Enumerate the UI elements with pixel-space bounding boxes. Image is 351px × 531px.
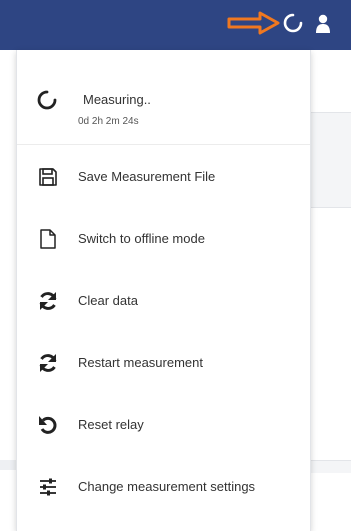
- change-measurement-settings-item[interactable]: Change measurement settings: [17, 456, 310, 518]
- item-label: Reset relay: [78, 417, 144, 432]
- measurement-dropdown-menu: Measuring.. 0d 2h 2m 24s Save Measuremen…: [16, 50, 311, 531]
- undo-icon: [37, 414, 59, 436]
- item-label: Switch to offline mode: [78, 231, 205, 246]
- restart-measurement-item[interactable]: Restart measurement: [17, 332, 310, 394]
- item-label: Save Measurement File: [78, 169, 216, 184]
- refresh-icon: [37, 352, 59, 374]
- user-icon[interactable]: [315, 14, 331, 34]
- switch-offline-mode-item[interactable]: Switch to offline mode: [17, 208, 310, 270]
- item-label: Restart measurement: [78, 355, 203, 370]
- page-background: [0, 50, 16, 531]
- file-icon: [37, 228, 59, 250]
- save-measurement-file-item[interactable]: Save Measurement File: [17, 146, 310, 208]
- spinner-icon[interactable]: [283, 13, 303, 33]
- item-label: Change measurement settings: [78, 479, 256, 494]
- spinner-icon: [36, 89, 58, 111]
- status-label: Measuring..: [83, 92, 151, 107]
- item-label: Clear data: [78, 293, 138, 308]
- page-divider: [0, 460, 16, 470]
- top-navbar: [0, 0, 351, 50]
- background-panel-lower: [309, 460, 351, 473]
- background-panel: [309, 112, 351, 208]
- save-icon: [37, 166, 59, 188]
- clear-data-item[interactable]: Clear data: [17, 270, 310, 332]
- measurement-status: Measuring.. 0d 2h 2m 24s: [17, 50, 310, 145]
- sliders-icon: [37, 476, 59, 498]
- arrow-right-icon: [226, 11, 282, 35]
- elapsed-time: 0d 2h 2m 24s: [78, 116, 139, 127]
- refresh-icon: [37, 290, 59, 312]
- reset-relay-item[interactable]: Reset relay: [17, 394, 310, 456]
